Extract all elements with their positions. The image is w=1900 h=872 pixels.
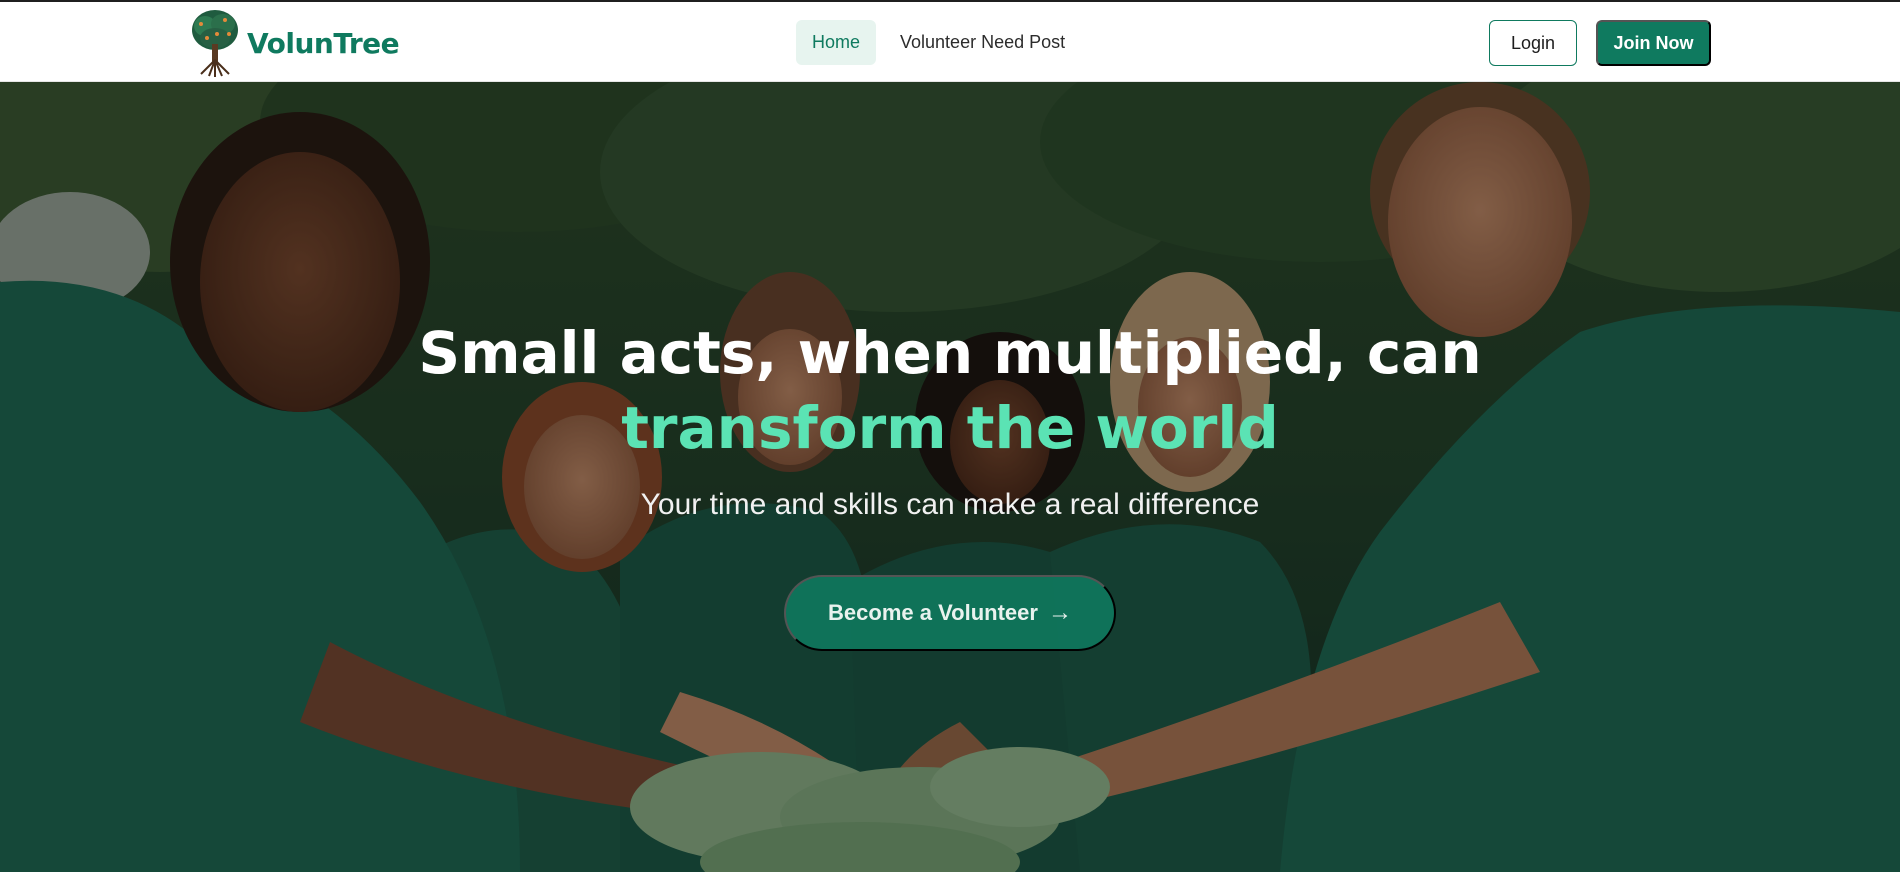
brand-home-link[interactable]: VolunTree	[189, 8, 400, 78]
login-button[interactable]: Login	[1489, 20, 1577, 66]
hero-title-accent: transform the world	[621, 394, 1279, 462]
brand-name: VolunTree	[247, 26, 400, 60]
hero-title-main: Small acts, when multiplied, can	[418, 319, 1482, 387]
navbar: VolunTree Home Volunteer Need Post Login…	[0, 2, 1900, 82]
join-now-button[interactable]: Join Now	[1596, 20, 1711, 66]
nav-home[interactable]: Home	[796, 20, 877, 65]
hero-title: Small acts, when multiplied, can transfo…	[250, 316, 1650, 466]
main-nav: Home Volunteer Need Post	[796, 20, 1081, 65]
become-volunteer-button[interactable]: Become a Volunteer →	[784, 575, 1116, 651]
cta-label: Become a Volunteer	[828, 600, 1038, 625]
hero-overlay	[0, 82, 1900, 872]
hero-section: Small acts, when multiplied, can transfo…	[0, 82, 1900, 872]
arrow-right-icon: →	[1047, 599, 1072, 626]
tree-logo-icon	[192, 10, 238, 77]
hero-subtitle: Your time and skills can make a real dif…	[640, 488, 1260, 521]
nav-volunteer-need-post[interactable]: Volunteer Need Post	[884, 20, 1081, 65]
